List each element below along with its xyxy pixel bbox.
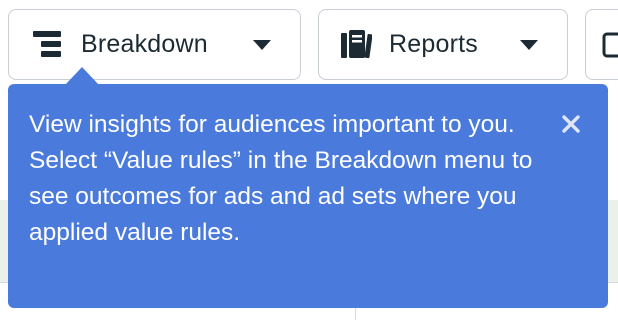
close-icon: [562, 115, 580, 133]
breakdown-icon: [31, 28, 65, 62]
tooltip-message: View insights for audiences important to…: [29, 111, 533, 246]
screen: Breakdown Reports View insights for audi…: [0, 0, 618, 320]
reports-icon: [339, 28, 373, 62]
columns-icon: [596, 28, 618, 62]
close-button[interactable]: [558, 111, 584, 137]
reports-button[interactable]: Reports: [318, 9, 568, 80]
tooltip-arrow: [65, 67, 99, 85]
info-tooltip: View insights for audiences important to…: [8, 67, 608, 308]
columns-button[interactable]: [585, 9, 618, 80]
chevron-down-icon: [519, 39, 539, 51]
breakdown-label: Breakdown: [81, 30, 208, 58]
chevron-down-icon: [252, 39, 272, 51]
breakdown-button[interactable]: Breakdown: [8, 9, 301, 80]
reports-label: Reports: [389, 30, 478, 58]
